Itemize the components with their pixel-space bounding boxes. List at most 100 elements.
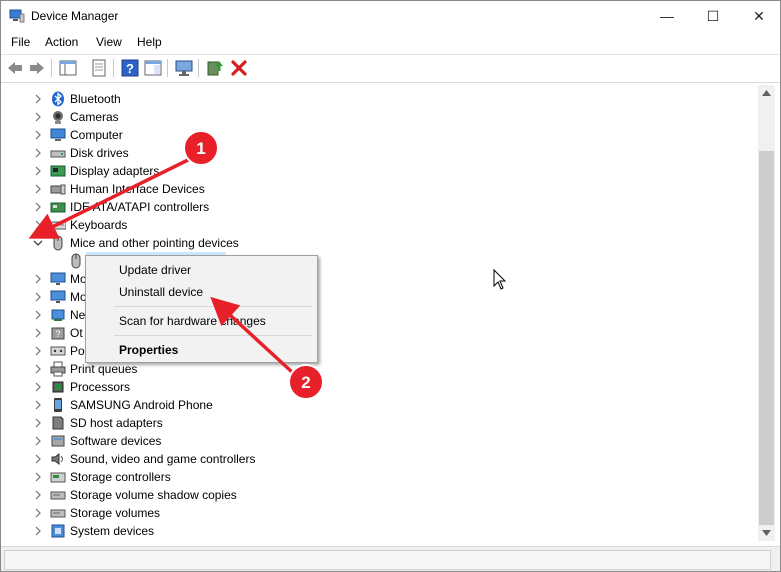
update-driver-icon[interactable] (206, 59, 224, 77)
tree-category-item[interactable]: Human Interface Devices (2, 180, 758, 198)
tree-category-item[interactable]: Storage volumes (2, 504, 758, 522)
tree-item-label: Storage controllers (70, 470, 171, 484)
processor-icon (52, 381, 64, 393)
tree-item-label: Human Interface Devices (70, 182, 205, 196)
chevron-right-icon[interactable] (32, 147, 44, 159)
chevron-right-icon[interactable] (32, 327, 44, 339)
tree-item-label: SAMSUNG Android Phone (70, 398, 213, 412)
context-uninstall-device[interactable]: Uninstall device (119, 285, 203, 299)
chevron-right-icon[interactable] (32, 435, 44, 447)
chevron-right-icon[interactable] (32, 201, 44, 213)
tree-category-item[interactable]: Cameras (2, 108, 758, 126)
menu-action[interactable]: Action (45, 35, 78, 49)
close-button[interactable]: ✕ (736, 1, 780, 32)
scroll-up-arrow-icon[interactable] (762, 90, 771, 96)
window-title: Device Manager (31, 9, 119, 23)
menu-help[interactable]: Help (137, 35, 162, 49)
ide-controller-icon (50, 202, 66, 213)
chevron-right-icon[interactable] (32, 399, 44, 411)
chevron-right-icon[interactable] (32, 273, 44, 285)
chevron-right-icon[interactable] (32, 219, 44, 231)
tree-category-item[interactable]: Disk drives (2, 144, 758, 162)
chevron-right-icon[interactable] (32, 129, 44, 141)
tree-category-item[interactable]: SD host adapters (2, 414, 758, 432)
tree-item-label: System devices (70, 524, 155, 538)
tree-category-item[interactable]: Keyboards (2, 216, 758, 234)
context-properties[interactable]: Properties (119, 343, 178, 357)
tree-category-item[interactable]: Mice and other pointing devices (2, 234, 758, 252)
chevron-right-icon[interactable] (32, 453, 44, 465)
bluetooth-icon (52, 91, 64, 107)
tree-category-item[interactable]: Processors (2, 378, 758, 396)
context-separator (114, 335, 312, 336)
storage-icon (50, 509, 66, 518)
tree-item-label: SD host adapters (70, 416, 163, 430)
tree-category-item[interactable]: Display adapters (2, 162, 758, 180)
chevron-down-icon[interactable] (32, 237, 44, 249)
tree-category-item[interactable]: Sound, video and game controllers (2, 450, 758, 468)
vertical-scroll-thumb[interactable] (759, 151, 774, 525)
tree-category-item[interactable]: Storage controllers (2, 468, 758, 486)
chevron-right-icon[interactable] (32, 507, 44, 519)
tree-item-label: Print queues (70, 362, 138, 376)
properties-sheet-icon[interactable] (90, 59, 108, 77)
minimize-icon: — (660, 8, 674, 24)
back-arrow-icon[interactable] (6, 59, 24, 77)
tree-item-label: Bluetooth (70, 92, 121, 106)
hid-icon (50, 184, 66, 195)
menu-view[interactable]: View (96, 35, 122, 49)
tree-item-label: Computer (70, 128, 123, 142)
title-bar: Device Manager — ☐ ✕ (1, 1, 780, 32)
tree-item-label: Ot (70, 326, 83, 340)
storage-icon (50, 491, 66, 500)
chevron-right-icon[interactable] (32, 183, 44, 195)
vertical-scrollbar[interactable] (758, 85, 775, 541)
device-manager-window: Device Manager — ☐ ✕ File Action View He… (0, 0, 781, 572)
tree-category-item[interactable]: Storage volume shadow copies (2, 486, 758, 504)
sound-icon (51, 453, 63, 465)
scan-hardware-monitor-icon[interactable] (175, 59, 193, 77)
tree-category-item[interactable]: System devices (2, 522, 758, 540)
chevron-right-icon[interactable] (32, 363, 44, 375)
chevron-right-icon[interactable] (32, 489, 44, 501)
chevron-right-icon[interactable] (32, 471, 44, 483)
chevron-right-icon[interactable] (32, 291, 44, 303)
minimize-button[interactable]: — (644, 1, 690, 32)
maximize-button[interactable]: ☐ (690, 1, 736, 32)
tree-item-label: Display adapters (70, 164, 160, 178)
context-update-driver[interactable]: Update driver (119, 263, 191, 277)
camera-icon (53, 111, 63, 124)
chevron-right-icon[interactable] (32, 417, 44, 429)
tree-category-item[interactable]: Bluetooth (2, 90, 758, 108)
device-manager-app-icon (9, 9, 25, 23)
toolbar: ? (1, 54, 780, 83)
chevron-right-icon[interactable] (32, 165, 44, 177)
chevron-right-icon[interactable] (32, 345, 44, 357)
mouse-icon (53, 235, 63, 251)
maximize-icon: ☐ (706, 8, 720, 24)
monitor-icon (50, 290, 66, 303)
chevron-right-icon[interactable] (32, 381, 44, 393)
toolbar-separator (167, 59, 168, 77)
tree-category-item[interactable]: IDE ATA/ATAPI controllers (2, 198, 758, 216)
tree-item-label: Mice and other pointing devices (70, 236, 239, 250)
action-pane-icon[interactable] (144, 59, 162, 77)
forward-arrow-icon[interactable] (28, 59, 46, 77)
chevron-right-icon[interactable] (32, 93, 44, 105)
chevron-right-icon[interactable] (32, 525, 44, 537)
toolbar-separator (198, 59, 199, 77)
tree-category-item[interactable]: SAMSUNG Android Phone (2, 396, 758, 414)
help-icon[interactable]: ? (121, 59, 139, 77)
show-hide-console-tree-icon[interactable] (59, 59, 77, 77)
uninstall-x-icon[interactable] (230, 59, 248, 77)
scroll-down-arrow-icon[interactable] (762, 530, 771, 536)
svg-text:?: ? (126, 61, 134, 76)
tree-category-item[interactable]: Software devices (2, 432, 758, 450)
tree-category-item[interactable]: Computer (2, 126, 758, 144)
menu-file[interactable]: File (11, 35, 30, 49)
menu-bar: File Action View Help (1, 32, 780, 53)
context-scan-hardware-changes[interactable]: Scan for hardware changes (119, 314, 266, 328)
context-menu: Update driver Uninstall device Scan for … (85, 255, 318, 363)
chevron-right-icon[interactable] (32, 309, 44, 321)
chevron-right-icon[interactable] (32, 111, 44, 123)
